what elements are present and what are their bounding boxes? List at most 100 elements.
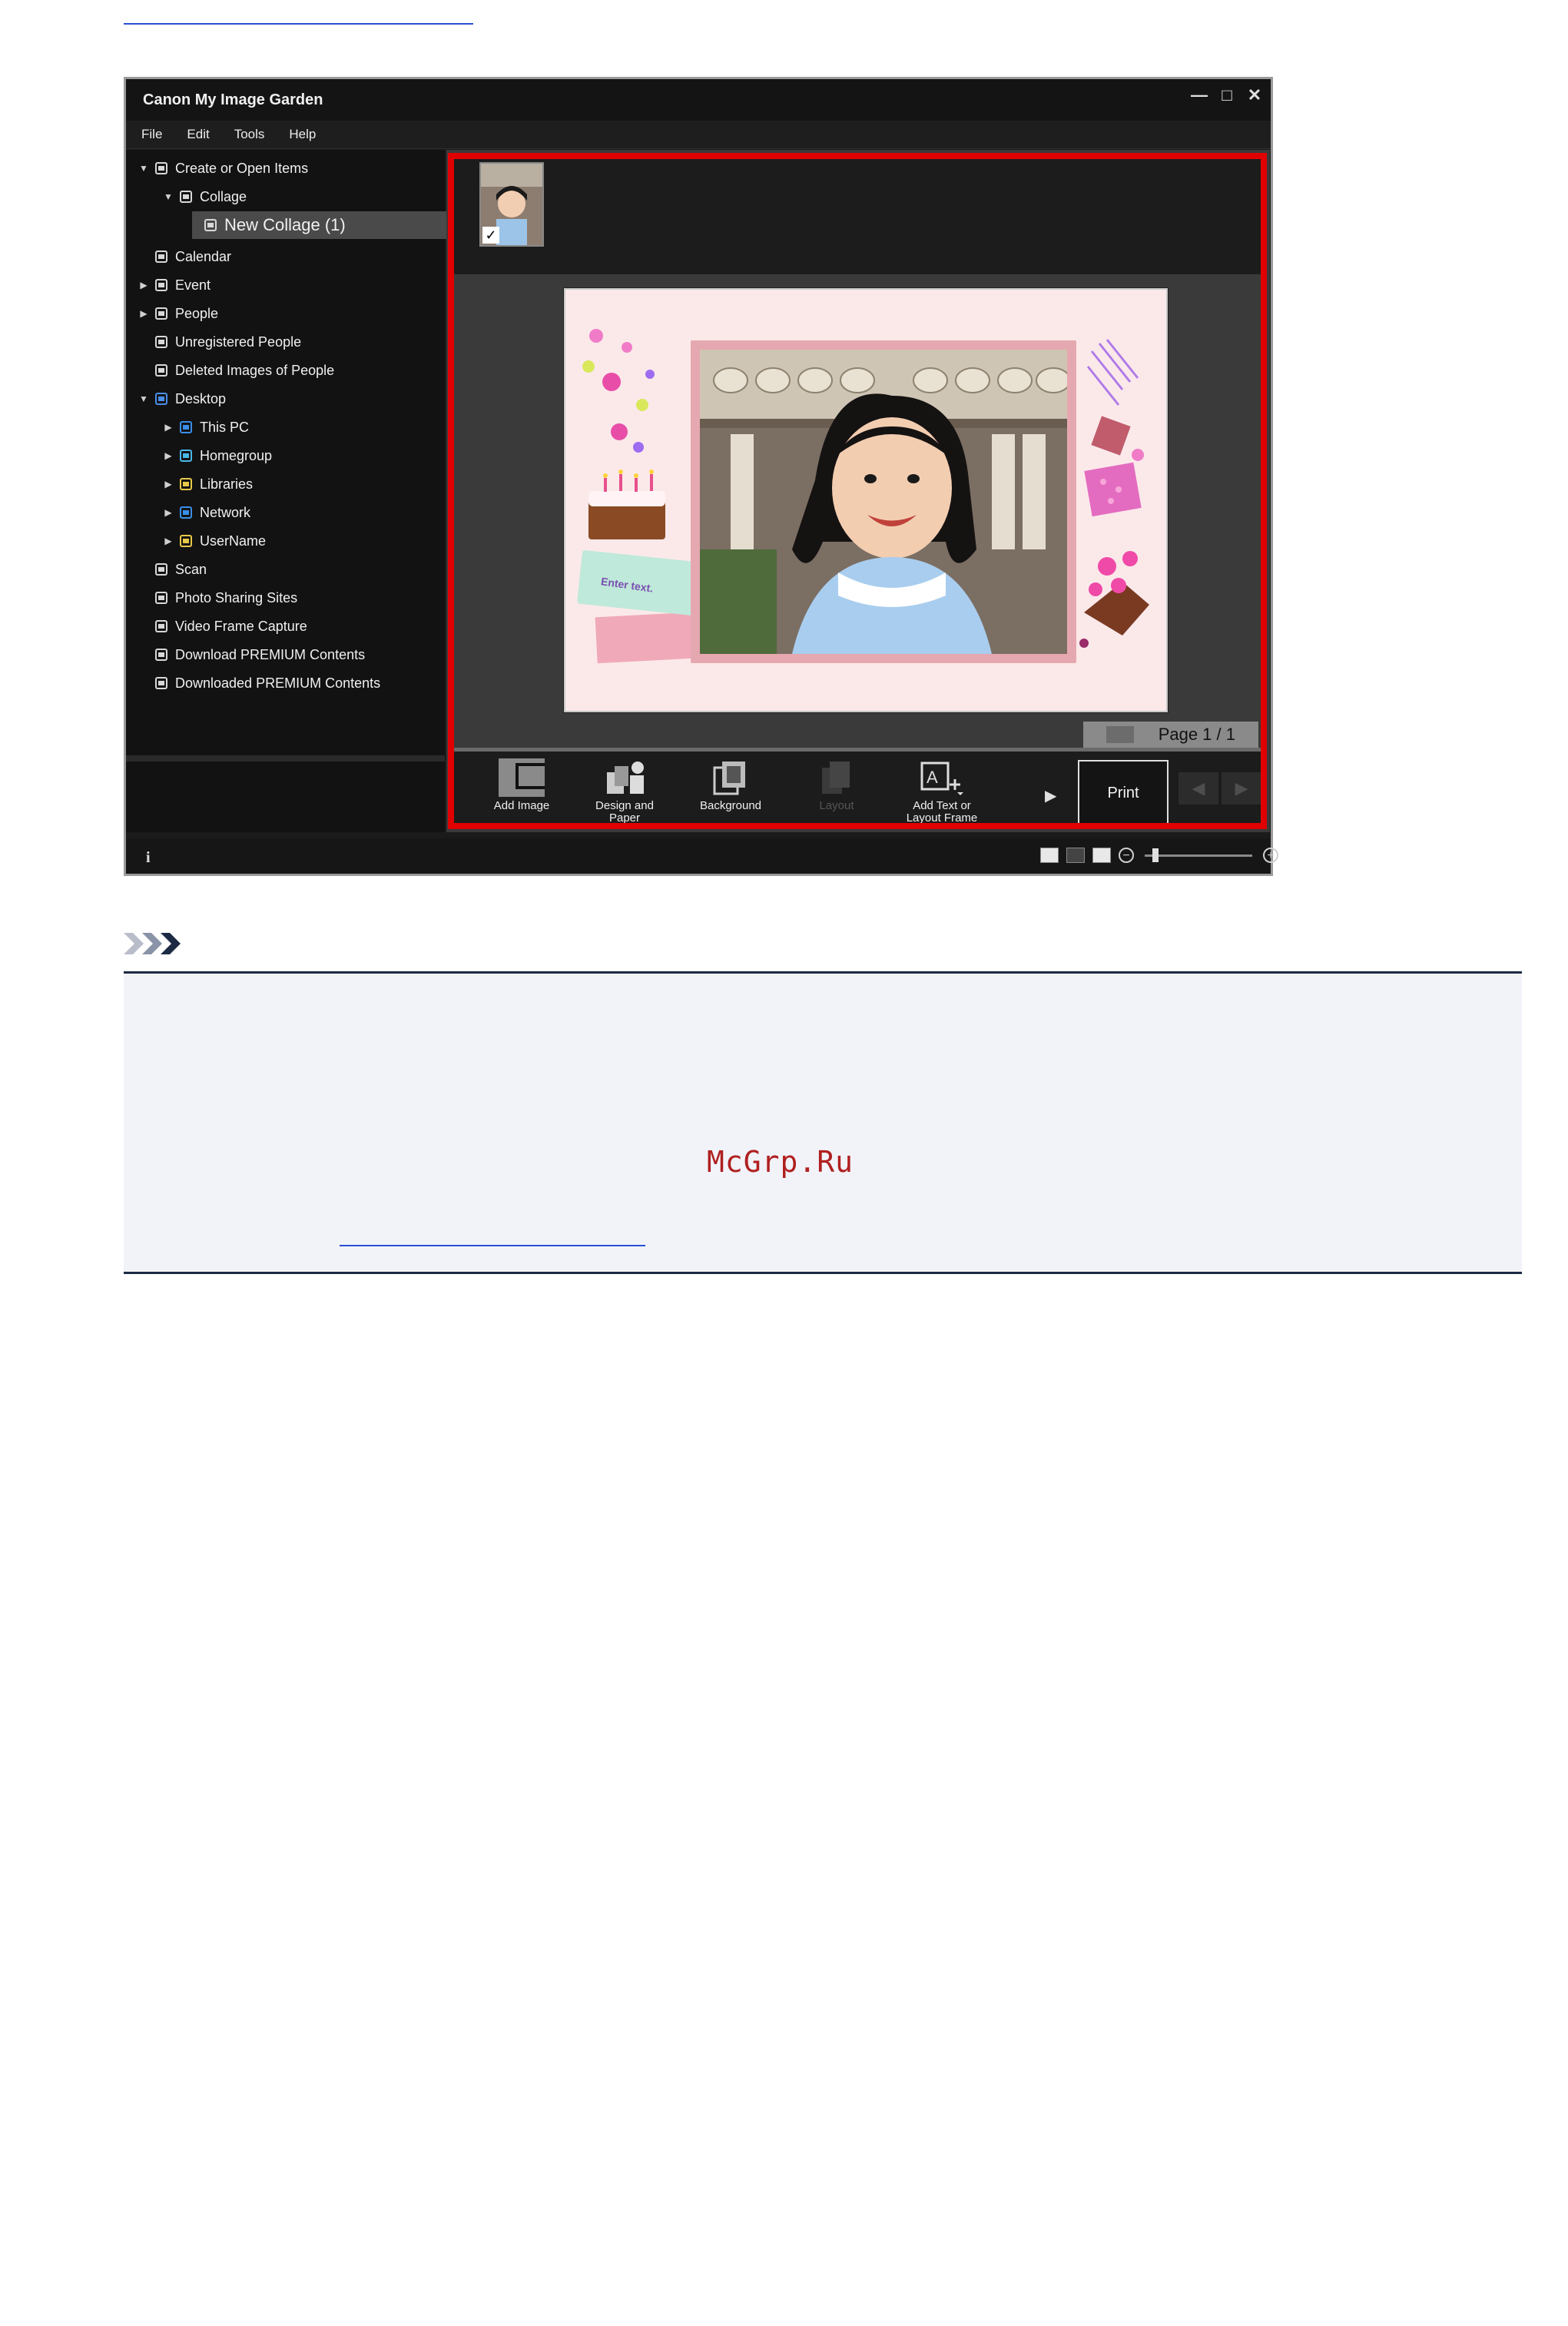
- collage-canvas[interactable]: Enter text.: [564, 288, 1168, 712]
- sidebar-item[interactable]: Photo Sharing Sites: [126, 584, 297, 612]
- minimize-icon[interactable]: —: [1191, 87, 1208, 104]
- sidebar-item-label: New Collage (1): [224, 215, 346, 234]
- unregistered-person-icon: [154, 334, 169, 350]
- sidebar-item-label: Scan: [175, 561, 207, 577]
- sidebar-item-label: Network: [200, 504, 251, 520]
- menu-tools[interactable]: Tools: [234, 127, 265, 142]
- next-page-icon[interactable]: ▶: [1222, 772, 1261, 805]
- layout-label: Layout: [819, 799, 854, 812]
- sidebar-item[interactable]: ▶ Event: [126, 271, 211, 299]
- page-swatch: [1106, 726, 1134, 743]
- expand-arrow-icon[interactable]: ▶: [161, 450, 175, 461]
- sidebar-item[interactable]: ▶ Libraries: [126, 470, 253, 498]
- photo-sharing-icon: [154, 590, 169, 606]
- note-icon: [124, 930, 197, 957]
- layout-button[interactable]: Layout: [791, 754, 883, 823]
- expand-arrow-icon[interactable]: ▶: [137, 308, 151, 319]
- menu-help[interactable]: Help: [289, 127, 316, 142]
- sidebar-item[interactable]: Scan: [126, 556, 207, 583]
- sidebar-item-label: Homegroup: [200, 447, 273, 463]
- list-view-icon[interactable]: [1066, 848, 1085, 863]
- sidebar-item-label: Video Frame Capture: [175, 618, 307, 634]
- sidebar-item[interactable]: New Collage (1): [192, 211, 452, 239]
- add-text-frame-button[interactable]: A Add Text or Layout Frame: [896, 754, 988, 825]
- zoom-in-icon[interactable]: +: [1263, 848, 1278, 863]
- sidebar-item[interactable]: Download PREMIUM Contents: [126, 641, 365, 669]
- sidebar-item[interactable]: ▼ Desktop: [126, 385, 226, 413]
- pc-icon: [178, 420, 194, 435]
- maximize-icon[interactable]: □: [1218, 87, 1235, 104]
- download-icon: [154, 647, 169, 662]
- sidebar-item-label: Deleted Images of People: [175, 362, 335, 378]
- collage-photo: [700, 350, 1067, 654]
- add-image-icon: [499, 758, 545, 797]
- sidebar-item-label: Photo Sharing Sites: [175, 589, 298, 606]
- expand-arrow-icon[interactable]: ▶: [161, 479, 175, 489]
- photo-frame[interactable]: [691, 340, 1076, 663]
- sidebar-item[interactable]: ▼ Create or Open Items: [126, 154, 308, 182]
- print-button[interactable]: Print: [1078, 760, 1169, 826]
- thumbnail-view-icon[interactable]: [1040, 848, 1059, 863]
- close-icon[interactable]: ✕: [1246, 87, 1263, 104]
- sidebar-item[interactable]: Deleted Images of People: [126, 357, 334, 384]
- event-icon: [154, 277, 169, 293]
- sidebar-item-label: This PC: [200, 419, 250, 435]
- zoom-out-icon[interactable]: −: [1119, 848, 1134, 863]
- sidebar-item-label: Create or Open Items: [175, 160, 309, 176]
- zoom-slider[interactable]: [1145, 848, 1252, 862]
- expand-arrow-icon[interactable]: ▶: [161, 536, 175, 546]
- design-paper-button[interactable]: Design and Paper: [578, 754, 671, 825]
- sidebar-item[interactable]: ▶ People: [126, 300, 218, 327]
- menu-file[interactable]: File: [141, 127, 162, 142]
- collapse-arrow-icon[interactable]: ▼: [137, 163, 151, 174]
- flower-stickers: [582, 329, 665, 539]
- zoom-slider-thumb[interactable]: [1152, 848, 1159, 862]
- expand-arrow-icon[interactable]: ▶: [161, 422, 175, 433]
- info-icon[interactable]: i: [146, 849, 151, 867]
- sidebar-item[interactable]: ▶ Network: [126, 499, 250, 526]
- menu-edit[interactable]: Edit: [187, 127, 209, 142]
- homegroup-icon: [178, 448, 194, 463]
- expand-arrow-icon[interactable]: ▶: [137, 280, 151, 290]
- window-title: Canon My Image Garden: [143, 91, 323, 108]
- add-image-button[interactable]: Add Image: [476, 754, 568, 823]
- background-button[interactable]: Background: [685, 754, 777, 823]
- fit-view-icon[interactable]: [1092, 848, 1111, 863]
- prev-page-icon[interactable]: ◀: [1178, 772, 1218, 805]
- collage-icon: [178, 189, 194, 204]
- svg-text:A: A: [927, 768, 938, 787]
- network-icon: [178, 505, 194, 520]
- background-icon: [708, 758, 754, 797]
- sidebar-item-label: UserName: [200, 533, 267, 549]
- background-label: Background: [699, 799, 762, 812]
- sidebar-item[interactable]: Downloaded PREMIUM Contents: [126, 669, 380, 697]
- menu-bar: File Edit Tools Help: [126, 121, 1271, 149]
- app-window: Canon My Image Garden — □ ✕ File Edit To…: [124, 77, 1278, 876]
- note-link[interactable]: [340, 1245, 645, 1246]
- video-frame-icon: [154, 619, 169, 634]
- watermark-text: McGrp.Ru: [707, 1145, 854, 1179]
- add-text-frame-label: Add Text or Layout Frame: [906, 799, 978, 825]
- sidebar-item[interactable]: Calendar: [126, 243, 231, 270]
- sidebar-item[interactable]: Video Frame Capture: [126, 612, 307, 640]
- collapse-arrow-icon[interactable]: ▼: [161, 191, 175, 202]
- sidebar-item[interactable]: Unregistered People: [126, 328, 301, 356]
- toolbar-more-icon[interactable]: ▶: [1045, 786, 1056, 805]
- sidebar-item[interactable]: ▶ Homegroup: [126, 442, 272, 470]
- sidebar-item[interactable]: ▶ UserName: [126, 527, 266, 555]
- create-icon: [154, 161, 169, 176]
- sidebar-scroll[interactable]: [126, 755, 445, 762]
- top-link[interactable]: [124, 23, 473, 25]
- checkbox-checked-icon[interactable]: ✓: [482, 227, 499, 244]
- sidebar-item-label: Download PREMIUM Contents: [175, 646, 366, 662]
- expand-arrow-icon[interactable]: ▶: [161, 507, 175, 518]
- sidebar-item[interactable]: ▶ This PC: [126, 413, 249, 441]
- sidebar-item-label: Event: [175, 277, 211, 293]
- collage-item-icon: [203, 217, 218, 233]
- calendar-icon: [154, 249, 169, 264]
- deleted-person-icon: [154, 363, 169, 378]
- page-thumbnail[interactable]: ✓: [479, 162, 544, 247]
- note-box: [124, 971, 1522, 1274]
- collapse-arrow-icon[interactable]: ▼: [137, 393, 151, 404]
- sidebar-item[interactable]: ▼ Collage: [126, 183, 247, 211]
